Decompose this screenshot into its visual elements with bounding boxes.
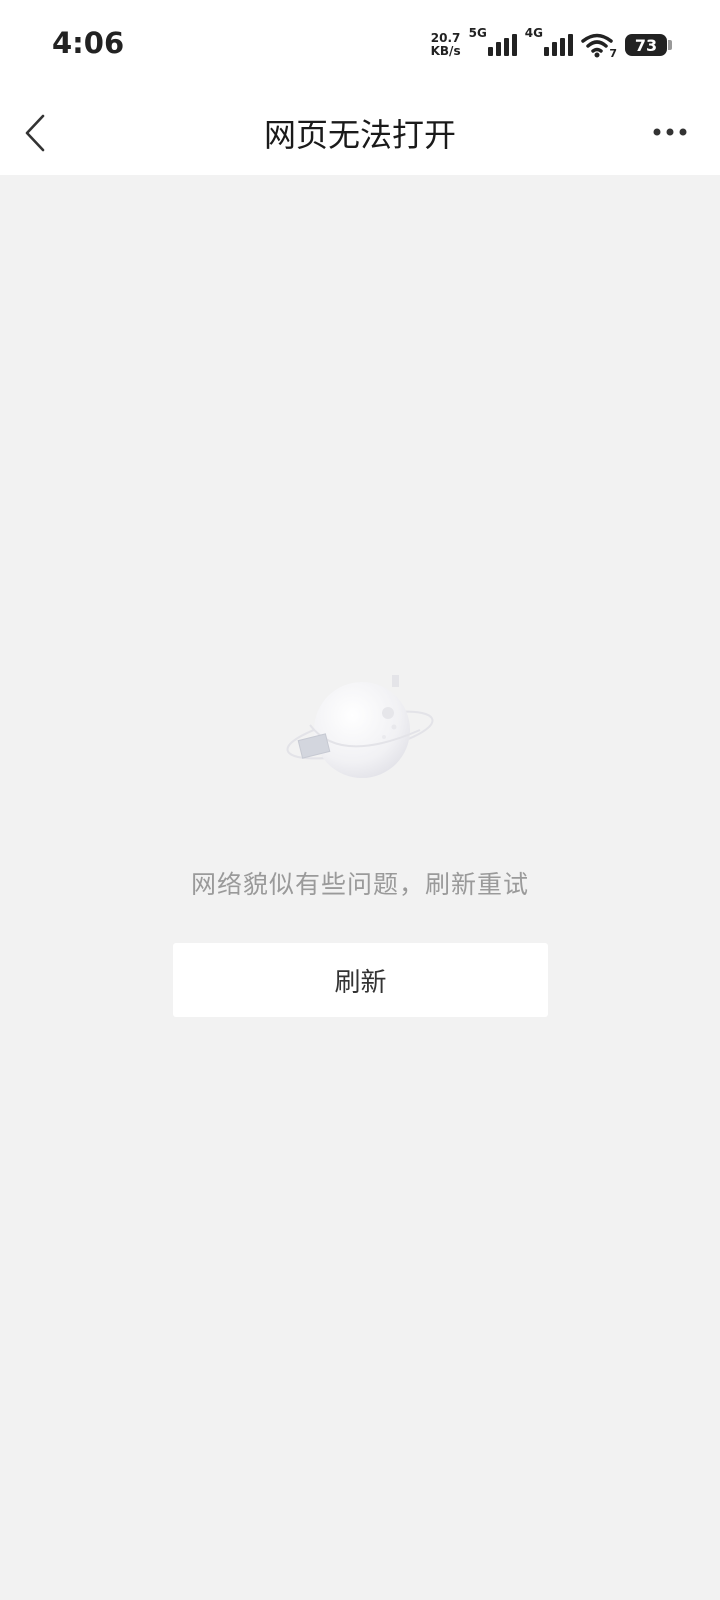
error-message: 网络貌似有些问题，刷新重试: [190, 870, 529, 899]
battery-level: 73: [634, 35, 658, 55]
cellular-signal-icon: [487, 34, 517, 56]
nav-bar: 网页无法打开: [0, 90, 720, 175]
battery-icon: 73: [625, 34, 667, 56]
signal-1-label: 5G: [468, 26, 487, 40]
more-horizontal-icon: [653, 128, 687, 136]
cellular-signal-icon: [544, 34, 573, 56]
network-speed: 20.7 KB/s: [431, 32, 461, 58]
signal-2-label: 4G: [524, 26, 543, 40]
back-button[interactable]: [10, 108, 60, 158]
wifi-icon: [581, 33, 613, 58]
status-icons: 20.7 KB/s 5G 4G 7 73: [431, 26, 672, 62]
wifi-badge: 7: [609, 47, 617, 60]
error-content: 网络貌似有些问题，刷新重试 刷新: [0, 175, 720, 1600]
status-bar: 4:06 20.7 KB/s 5G 4G 7 73: [0, 0, 720, 90]
planet-offline-illustration: [286, 675, 434, 778]
refresh-button[interactable]: 刷新: [173, 943, 548, 1017]
status-time: 4:06: [52, 26, 125, 60]
page-title: 网页无法打开: [263, 116, 456, 154]
more-button[interactable]: [640, 112, 700, 152]
network-speed-unit: KB/s: [430, 44, 461, 58]
chevron-left-icon: [25, 114, 45, 152]
battery-cap: [668, 40, 672, 50]
wifi-indicator: 7: [581, 32, 617, 60]
